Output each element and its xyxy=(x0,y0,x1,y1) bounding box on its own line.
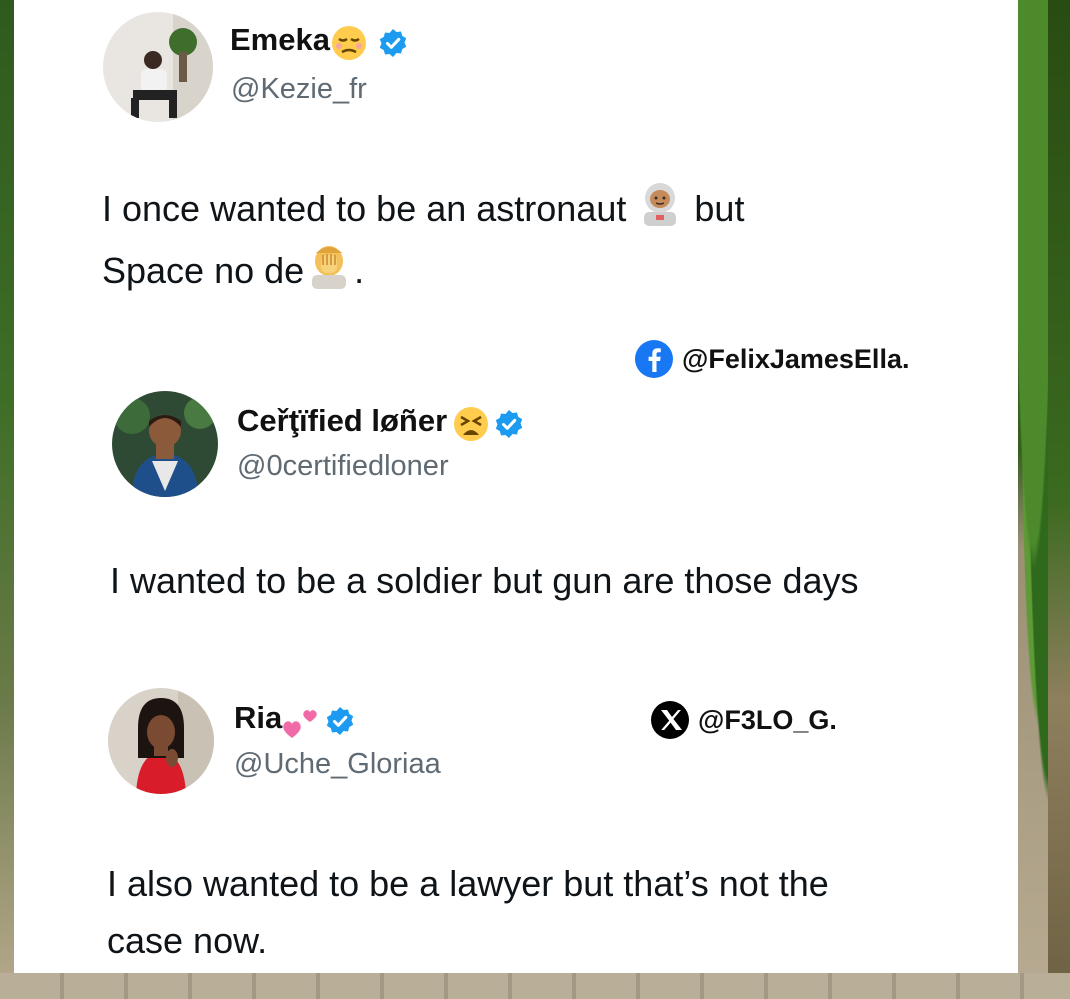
verified-badge-icon xyxy=(325,706,355,741)
tweet-3-header: Ria xyxy=(234,700,355,745)
x-watermark[interactable]: @F3LO_G. xyxy=(650,700,837,740)
tweet-1-handle[interactable]: @Kezie_fr xyxy=(231,73,367,106)
tweet-2-handle[interactable]: @0certifiedloner xyxy=(237,450,449,483)
x-logo-icon xyxy=(650,700,690,740)
tweet-1-text-line1: I once wanted to be an astronaut xyxy=(102,188,627,229)
tweet-3-text-line1: I also wanted to be a lawyer but that’s … xyxy=(107,863,829,904)
tweet-1-text-line2: Space no de xyxy=(102,250,305,292)
tweet-1-text-line1-tail: but xyxy=(694,188,745,229)
background-wall-strip xyxy=(1048,0,1070,999)
astronaut-emoji-icon xyxy=(636,180,684,242)
tweet-2-header: Ceřţïfied løñer xyxy=(237,403,524,448)
tweet-1-display-name[interactable]: Emeka xyxy=(230,22,330,57)
verified-badge-icon xyxy=(378,28,408,63)
tweets-collage-card: Emeka @Kezie_fr I once wanted to be an a… xyxy=(14,0,1018,973)
avatar-certified-loner[interactable] xyxy=(112,391,218,497)
unamused-face-emoji-icon xyxy=(330,24,368,67)
tweet-1-header: Emeka xyxy=(230,22,408,67)
background-pavement xyxy=(0,973,1070,999)
two-hearts-emoji-icon xyxy=(282,702,320,745)
avatar-emeka[interactable] xyxy=(103,12,213,122)
tweet-3-text: I also wanted to be a lawyer but that’s … xyxy=(107,855,987,969)
tweet-3-text-line2: case now. xyxy=(107,920,268,961)
face-palm-emoji-icon xyxy=(304,243,354,305)
avatar-ria[interactable] xyxy=(108,688,214,794)
tweet-2-text: I wanted to be a soldier but gun are tho… xyxy=(110,560,859,601)
background-foliage-left xyxy=(0,0,14,999)
tweet-1-text: I once wanted to be an astronaut but Spa… xyxy=(102,180,962,305)
x-watermark-text: @F3LO_G. xyxy=(698,704,837,735)
facebook-logo-icon xyxy=(634,339,674,379)
tweet-1-text-line2-tail: . xyxy=(354,250,365,292)
tired-face-emoji-icon xyxy=(452,405,490,448)
facebook-watermark[interactable]: @FelixJamesElla. xyxy=(634,339,909,379)
tweet-2-display-name[interactable]: Ceřţïfied løñer xyxy=(237,403,447,438)
tweet-3-handle[interactable]: @Uche_Gloriaa xyxy=(234,748,441,781)
verified-badge-icon xyxy=(494,409,524,444)
tweet-3-display-name[interactable]: Ria xyxy=(234,700,282,735)
facebook-watermark-text: @FelixJamesElla. xyxy=(682,343,910,374)
